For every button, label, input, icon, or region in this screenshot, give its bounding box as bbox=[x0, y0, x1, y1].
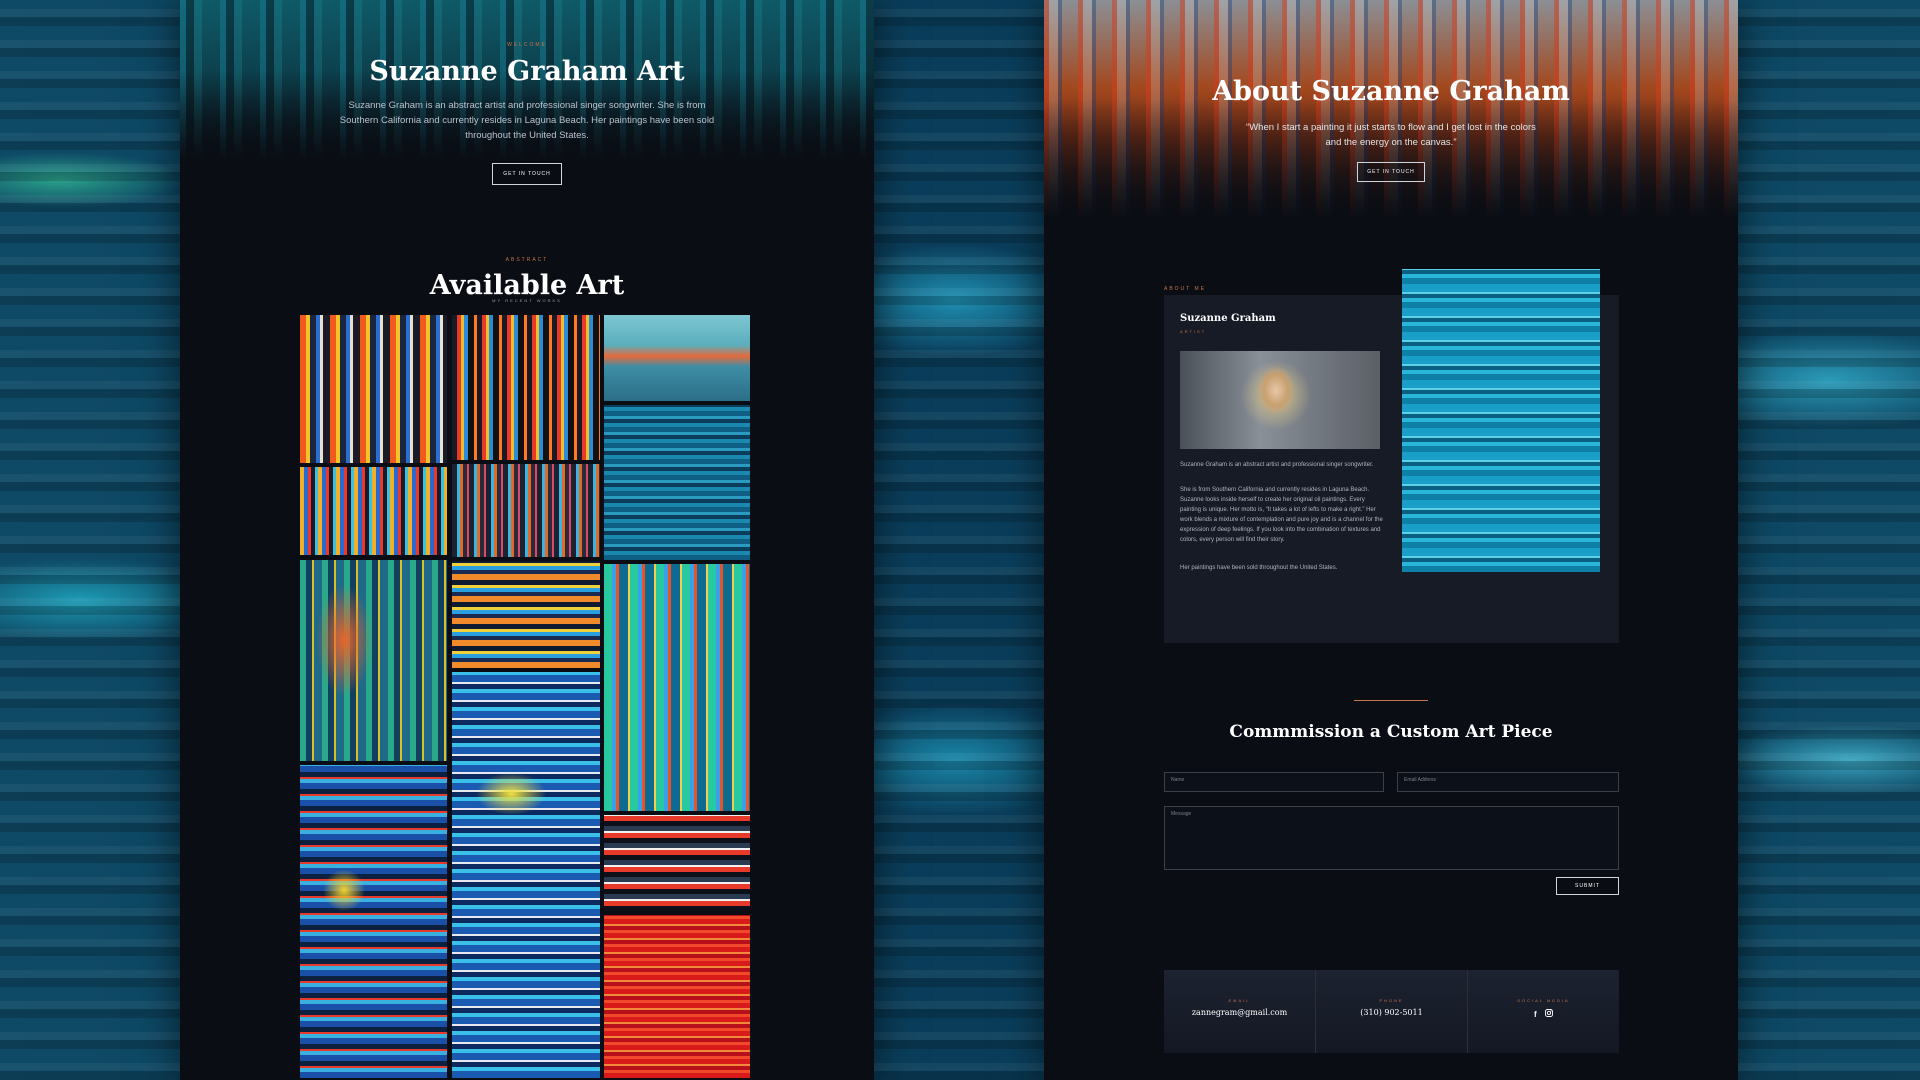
about-title: About Suzanne Graham bbox=[1212, 76, 1570, 107]
email-label: EMAIL bbox=[1228, 998, 1251, 1003]
artwork-tile[interactable] bbox=[602, 562, 752, 813]
artist-role: ARTIST bbox=[1180, 329, 1207, 334]
facebook-icon[interactable]: f bbox=[1534, 1010, 1537, 1019]
artwork-tile[interactable] bbox=[298, 465, 449, 557]
contact-social: SOCIAL MEDIA f bbox=[1468, 970, 1619, 1053]
social-label: SOCIAL MEDIA bbox=[1517, 998, 1570, 1003]
artwork-tile[interactable] bbox=[450, 559, 602, 670]
artwork-tile[interactable] bbox=[602, 403, 752, 562]
hero-title: Suzanne Graham Art bbox=[369, 56, 685, 87]
message-field[interactable]: Message bbox=[1164, 806, 1619, 870]
bio-paragraph: She is from Southern California and curr… bbox=[1180, 487, 1383, 543]
contact-bar: EMAIL zannegram@gmail.com PHONE (310) 90… bbox=[1164, 970, 1619, 1053]
phone-label: PHONE bbox=[1379, 998, 1404, 1003]
get-in-touch-button[interactable]: GET IN TOUCH bbox=[492, 163, 562, 185]
divider bbox=[1354, 700, 1428, 701]
commission-title: Commmission a Custom Art Piece bbox=[1229, 722, 1553, 742]
artwork-tile[interactable] bbox=[450, 670, 602, 1080]
gallery-eyebrow: Abstract bbox=[505, 257, 549, 263]
artwork-tile[interactable] bbox=[602, 913, 752, 1080]
artwork-tile[interactable] bbox=[450, 462, 602, 559]
hero-description: Suzanne Graham is an abstract artist and… bbox=[339, 100, 715, 141]
email-value[interactable]: zannegram@gmail.com bbox=[1164, 1008, 1315, 1017]
bio-paragraph: Suzanne Graham is an abstract artist and… bbox=[1180, 462, 1374, 468]
hero-eyebrow: Welcome bbox=[507, 42, 547, 48]
bio-paragraph: Her paintings have been sold throughout … bbox=[1180, 565, 1338, 571]
artist-photo bbox=[1180, 351, 1380, 449]
instagram-icon[interactable] bbox=[1545, 1009, 1553, 1019]
name-field[interactable]: Name bbox=[1164, 772, 1384, 792]
contact-phone: PHONE (310) 902-5011 bbox=[1316, 970, 1468, 1053]
artwork-tile[interactable] bbox=[602, 313, 752, 403]
left-page-preview: Welcome Suzanne Graham Art Suzanne Graha… bbox=[180, 0, 874, 1080]
artwork-tile[interactable] bbox=[602, 813, 752, 913]
featured-painting bbox=[1402, 269, 1600, 572]
artist-name: Suzanne Graham bbox=[1180, 313, 1276, 324]
about-quote: “When I start a painting it just starts … bbox=[1246, 122, 1536, 148]
artwork-tile[interactable] bbox=[298, 558, 449, 763]
get-in-touch-button[interactable]: GET IN TOUCH bbox=[1357, 162, 1425, 182]
artwork-tile[interactable] bbox=[298, 313, 449, 465]
gallery-subtitle: MY RECENT WORKS bbox=[492, 298, 562, 303]
right-page-preview: About Suzanne Graham “When I start a pai… bbox=[1044, 0, 1738, 1080]
about-me-eyebrow: ABOUT ME bbox=[1164, 286, 1207, 292]
artwork-tile[interactable] bbox=[298, 763, 449, 1080]
artwork-tile[interactable] bbox=[450, 313, 602, 462]
about-hero-banner bbox=[1044, 0, 1738, 220]
social-icons: f bbox=[1468, 1009, 1619, 1019]
phone-value[interactable]: (310) 902-5011 bbox=[1316, 1008, 1467, 1017]
submit-button[interactable]: SUBMIT bbox=[1556, 877, 1619, 895]
contact-email: EMAIL zannegram@gmail.com bbox=[1164, 970, 1316, 1053]
gallery-title: Available Art bbox=[429, 270, 625, 301]
email-field[interactable]: Email Address bbox=[1397, 772, 1619, 792]
